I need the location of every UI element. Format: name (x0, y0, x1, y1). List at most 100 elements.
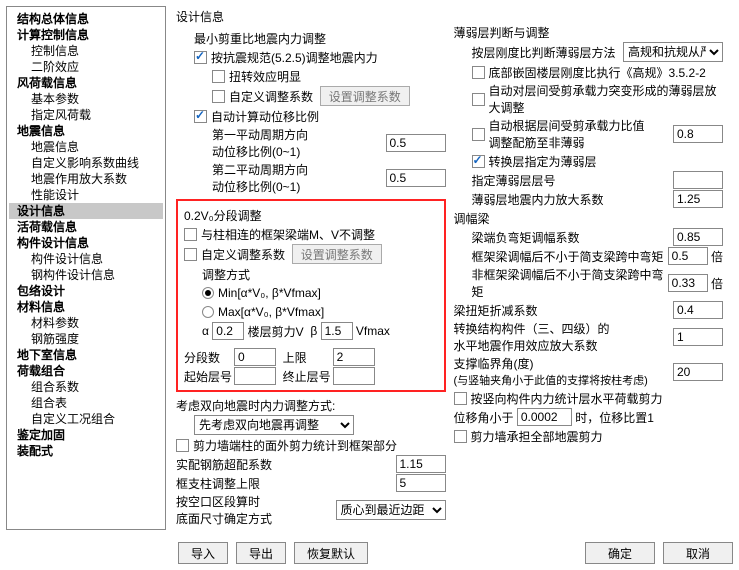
tree-item[interactable]: 自定义工况组合 (9, 411, 163, 427)
tree-item[interactable]: 地震信息 (9, 123, 163, 139)
label: 自定义调整系数 (229, 88, 313, 105)
tree-item[interactable]: 指定风荷载 (9, 107, 163, 123)
checkbox-auto-ratio[interactable] (472, 128, 485, 141)
section-title: 设计信息 (176, 8, 446, 25)
checkbox-auto-thin[interactable] (472, 93, 485, 106)
tree-item[interactable]: 地下室信息 (9, 347, 163, 363)
label: 最小剪重比地震内力调整 (194, 29, 446, 47)
area-select[interactable]: 质心到最近边距 (336, 500, 446, 520)
tree-item[interactable]: 构件设计信息 (9, 235, 163, 251)
label: 调整配筋至非薄弱 (489, 134, 674, 151)
checkbox-conv[interactable] (472, 155, 485, 168)
tree-item[interactable]: 地震作用放大系数 (9, 171, 163, 187)
start-floor-input[interactable] (234, 367, 276, 385)
checkbox-no-adjust-mv[interactable] (184, 228, 197, 241)
label: Vfmax (356, 324, 390, 338)
tree-item[interactable]: 包络设计 (9, 283, 163, 299)
label: 0.2V₀分段调整 (184, 206, 438, 224)
tree-item[interactable]: 地震信息 (9, 139, 163, 155)
tree-item-selected[interactable]: 设计信息 (9, 203, 163, 219)
label: 与柱相连的框架梁端M、V不调整 (201, 226, 375, 243)
neg-bend-input[interactable] (673, 228, 723, 246)
checkbox-per-member[interactable] (454, 392, 467, 405)
tree-item[interactable]: 材料信息 (9, 299, 163, 315)
checkbox-custom2[interactable] (184, 248, 197, 261)
label: β (310, 324, 317, 338)
tree-item[interactable]: 荷载组合 (9, 363, 163, 379)
label: 自动根据层间受剪承载力比值 (489, 117, 674, 134)
disp-ratio-1-input[interactable] (386, 134, 446, 152)
checkbox-twist[interactable] (212, 70, 225, 83)
tree-item[interactable]: 构件设计信息 (9, 251, 163, 267)
checkbox-custom-coef[interactable] (212, 90, 225, 103)
label: 调整方式 (184, 265, 438, 283)
alpha-input[interactable] (212, 322, 244, 340)
tree-item[interactable]: 性能设计 (9, 187, 163, 203)
disp-input[interactable] (517, 408, 572, 426)
label: 终止层号 (283, 368, 333, 385)
tree-item[interactable]: 装配式 (9, 443, 163, 459)
checkbox-auto-disp[interactable] (194, 110, 207, 123)
reset-button[interactable]: 恢复默认 (294, 542, 368, 564)
label: Min[α*V₀, β*Vfmax] (218, 286, 321, 300)
disp-ratio-2-input[interactable] (386, 169, 446, 187)
label: 按空口区段算时 (176, 493, 336, 510)
tree-item[interactable]: 钢筋强度 (9, 331, 163, 347)
label: 剪力墙承担全部地震剪力 (471, 428, 603, 445)
thin-amp-input[interactable] (673, 190, 723, 208)
label: 上限 (283, 349, 333, 366)
label: 梁端负弯矩调幅系数 (472, 229, 674, 246)
label: 支撑临界角(度) (454, 355, 674, 372)
set-coef-button[interactable]: 设置调整系数 (320, 86, 410, 106)
label: 考虑双向地震时内力调整方式: (176, 396, 446, 414)
label: (与竖轴夹角小于此值的支撑将按柱考虑) (454, 372, 674, 388)
tree-item[interactable]: 活荷载信息 (9, 219, 163, 235)
tree-item[interactable]: 二阶效应 (9, 59, 163, 75)
auto-ratio-input[interactable] (673, 125, 723, 143)
checkbox-wall-all[interactable] (454, 430, 467, 443)
tor-input[interactable] (673, 301, 723, 319)
export-button[interactable]: 导出 (236, 542, 286, 564)
label: 时，位移比置1 (575, 409, 654, 426)
nonframe-input[interactable] (668, 274, 708, 292)
tree-item[interactable]: 组合表 (9, 395, 163, 411)
radio-min[interactable] (202, 287, 214, 299)
label: 倍 (711, 248, 723, 265)
checkbox-adj525[interactable] (194, 51, 207, 64)
ok-button[interactable]: 确定 (585, 542, 655, 564)
struct34-input[interactable] (673, 328, 723, 346)
tree-item[interactable]: 风荷载信息 (9, 75, 163, 91)
tree-item[interactable]: 自定义影响系数曲线 (9, 155, 163, 171)
label: 动位移比例(0~1) (212, 178, 386, 195)
tree-item[interactable]: 计算控制信息 (9, 27, 163, 43)
tree-item[interactable]: 基本参数 (9, 91, 163, 107)
tree-item[interactable]: 鉴定加固 (9, 427, 163, 443)
cancel-button[interactable]: 取消 (663, 542, 733, 564)
label: 第一平动周期方向 (212, 126, 386, 143)
tree-item[interactable]: 控制信息 (9, 43, 163, 59)
tree-item[interactable]: 组合系数 (9, 379, 163, 395)
label: 薄弱层判断与调整 (454, 23, 724, 41)
dbl-quake-select[interactable]: 先考虑双向地震再调整 (194, 415, 354, 435)
radio-max[interactable] (202, 306, 214, 318)
checkbox-basement[interactable] (472, 66, 485, 79)
end-floor-input[interactable] (333, 367, 375, 385)
weak-method-select[interactable]: 高规和抗规从严 (623, 42, 723, 62)
frame-upper-input[interactable] (396, 474, 446, 492)
support-input[interactable] (673, 363, 723, 381)
label: 梁扭矩折减系数 (454, 302, 674, 319)
checkbox-wall-col[interactable] (176, 439, 189, 452)
tree-item[interactable]: 结构总体信息 (9, 11, 163, 27)
import-button[interactable]: 导入 (178, 542, 228, 564)
beta-input[interactable] (321, 322, 353, 340)
seg-count-input[interactable] (234, 348, 276, 366)
tree-item[interactable]: 钢构件设计信息 (9, 267, 163, 283)
tree-item[interactable]: 材料参数 (9, 315, 163, 331)
label: 自定义调整系数 (201, 246, 285, 263)
thin-no-input[interactable] (673, 171, 723, 189)
label: 分段数 (184, 349, 234, 366)
beam-frame-input[interactable] (668, 247, 708, 265)
set-coef-button-2[interactable]: 设置调整系数 (292, 244, 382, 264)
rebar-input[interactable] (396, 455, 446, 473)
upper-input[interactable] (333, 348, 375, 366)
